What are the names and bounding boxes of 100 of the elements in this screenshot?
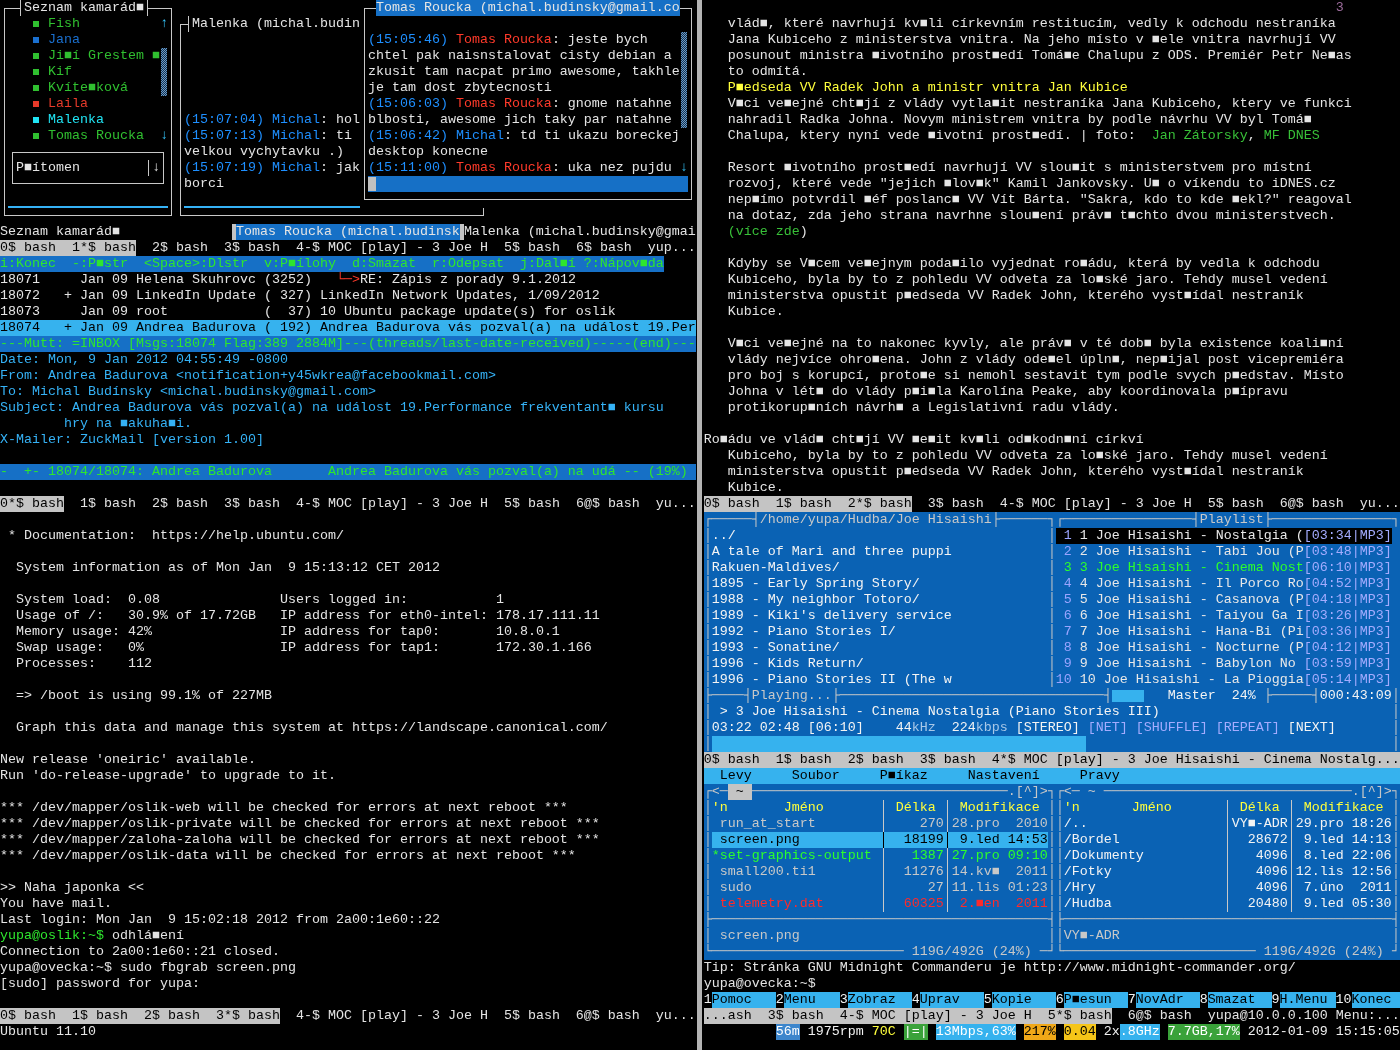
file-row[interactable]: run_at_start 270 28.pro 2010 [711, 816, 1048, 832]
article-text: vlády nejvíce ohro■ena. John z vlády ode■el úpln■, nep■ijal post vicepremiéra [727, 352, 1344, 368]
frame-line: │ [1047, 672, 1056, 687]
file-row[interactable]: /Hry 4096 7.úno 2011 [1063, 880, 1392, 896]
directory-entry[interactable]: 1993 - Sonatine/ [711, 640, 1048, 656]
menu-item[interactable]: Levy [719, 768, 752, 784]
message-list-row[interactable]: RE: Zápis z porady 9.1.2012 [359, 272, 576, 288]
file-row[interactable]: /Fotky 4096 12.lis 12:56 [1063, 864, 1392, 880]
directory-entry[interactable]: 1996 - Kids Return/ [711, 656, 1048, 672]
playlist-item[interactable]: 6 6 Joe Hisaishi - Taiyou Ga I[03:26|MP3] [1055, 608, 1392, 624]
directory-entry[interactable]: A tale of Mari and three puppi [711, 544, 1048, 560]
frame-line: │ [1391, 688, 1400, 704]
playlist-item[interactable]: 5 5 Joe Hisaishi - Casanova (P[04:18|MP3] [1055, 592, 1392, 608]
file-row[interactable]: sudo 27 11.lis 01:23 [711, 880, 1048, 896]
frame-line: │ [703, 928, 712, 944]
playlist-item[interactable]: 7 7 Joe Hisaishi - Hana-Bi (Pi[03:36|MP3] [1055, 624, 1392, 640]
contact-name[interactable]: Kif [47, 64, 72, 80]
contact-name[interactable]: Tomas Roucka [47, 128, 144, 144]
message-list-row[interactable]: 18073 Jan 09 root ( 37) 10 Ubuntu package update(s) for oslik [0, 304, 616, 320]
message-list-row[interactable]: 18071 Jan 09 Helena Skuhrovc (3252) [0, 272, 336, 288]
directory-entry[interactable]: 1989 - Kiki's delivery service [711, 608, 1048, 624]
status-indicator: 0.04 [1063, 1024, 1096, 1040]
message-input[interactable] [367, 176, 688, 192]
contact-name[interactable]: Ji■í Grestem ■ [47, 48, 160, 64]
text-cursor [367, 177, 376, 191]
playlist-item[interactable]: 2 2 Joe Hisaishi - Tabi Jou (P[03:48|MP3] [1055, 544, 1392, 560]
scroll-up-arrow[interactable]: ↑ [159, 16, 168, 32]
frame-line: ─┘└──────────────────────── [1039, 944, 1256, 960]
contact-name[interactable]: Fish [47, 16, 80, 32]
playlist-item[interactable]: 9 9 Joe Hisaishi - Babylon No [03:59|MP3] [1055, 656, 1392, 672]
terminal-text: Connection to 2a00:1e60::21 closed. [0, 944, 280, 960]
contact-name[interactable]: Malenka [47, 112, 104, 128]
terminal-text: [sudo] password for yupa: [0, 976, 200, 992]
directory-entry[interactable]: 1992 - Piano Stories I/ [711, 624, 1048, 640]
directory-entry[interactable]: Rakuen-Maldives/ [711, 560, 1048, 576]
article-link[interactable]: (více zde [727, 224, 800, 240]
file-row[interactable]: /Hudba 20480 9.led 05:30 [1063, 896, 1392, 912]
scroll-down-arrow[interactable]: ↓ [679, 160, 688, 176]
message-list-row[interactable]: 18072 + Jan 09 LinkedIn Update ( 327) LinkedIn Network Updates, 1/09/2012 [0, 288, 600, 304]
terminal-text: yupa@ovecka:~$ [703, 976, 816, 992]
article-link[interactable]: Jan Zátorsky [1151, 128, 1248, 144]
playback-option[interactable]: [NEXT] [1287, 720, 1336, 736]
contact-name[interactable]: Laila [47, 96, 88, 112]
frame-line: ├──────┐┌────────────────┤ [991, 512, 1200, 528]
scroll-down-arrow[interactable]: ↓ [159, 128, 168, 144]
frame-line: │ [1391, 832, 1400, 848]
terminal-text: Tip: Stránka GNU Midnight Commanderu je http://www.midnight-commander.org/ [703, 960, 1296, 976]
terminal-text: *** /dev/mapper/oslik-data will be checked for errors at next reboot *** [0, 848, 576, 864]
panel-title: Playing... [751, 688, 832, 703]
frame-line: ├───────────────┐ [1263, 512, 1400, 528]
file-row[interactable]: small200.ti1 11276 14.kv■ 2011 [711, 864, 1048, 880]
directory-path[interactable]: ~ [727, 784, 752, 800]
terminal-text: => /boot is using 99.1% of 227MB [15, 688, 272, 704]
terminal-text: Ro■ádu ve vlád■ cht■jí VV ■e■it kv■li od■kodn■ní církví [703, 432, 1144, 448]
directory-entry[interactable]: 1988 - My neighbor Totoro/ [711, 592, 1048, 608]
contact-name[interactable]: Jana [47, 32, 80, 48]
playback-option[interactable]: [STEREO] [1015, 720, 1080, 736]
article-text: V■ci ve■ejné na to nakonec kyvly, ale práv■ v té dob■ byla existence koali■ní [727, 336, 1344, 352]
file-row[interactable]: /Bordel 28672 9.led 14:13 [1063, 832, 1392, 848]
directory-entry[interactable]: ../ [711, 528, 1048, 544]
directory-entry[interactable]: 1996 - Piano Stories II (The w [711, 672, 1048, 688]
menu-item[interactable]: P■íkaz [879, 768, 928, 784]
article-text: Kubice. [727, 304, 784, 320]
frame-line: │ [703, 672, 712, 688]
directory-path[interactable]: ~ [1079, 784, 1104, 800]
frame-line: │ [1391, 704, 1400, 720]
chat-tab[interactable]: Tomas Roucka (michal.budinsk [231, 224, 464, 240]
chat-tab[interactable]: Malenka (michal.budinsky@gmai [463, 224, 696, 240]
playlist-item[interactable]: 3 3 Joe Hisaishi - Cinema Nost[06:10|MP3] [1055, 560, 1392, 576]
playlist-item[interactable]: 10 10 Joe Hisaishi - La Pioggia[05:14|MP3] [1055, 672, 1392, 688]
menu-item[interactable]: Nastavení [967, 768, 1040, 784]
frame-line: │ [1047, 528, 1056, 544]
status-indicator: 56m [775, 1024, 800, 1040]
file-row[interactable]: *set-graphics-output 1387 27.pro 09:10 [711, 848, 1048, 864]
file-row[interactable]: screen.png 18199 9.led 14:53 [711, 832, 1048, 848]
scrollbar-thumb[interactable] [680, 32, 687, 128]
frame-line: │ [703, 832, 712, 848]
selected-message-row[interactable]: 18074 + Jan 09 Andrea Badurova ( 192) Andrea Badurova vás pozval(a) na událost 19.Per [0, 320, 696, 336]
playlist-item[interactable]: 4 4 Joe Hisaishi - Il Porco Ro[04:52|MP3] [1055, 576, 1392, 592]
article-text: posunout ministra ■ivotního prost■edí Tomá■e Chalupu z ODS. Premiér Petr Ne■as [727, 48, 1352, 64]
playlist-item[interactable]: 1 1 Joe Hisaishi - Nostalgia ([03:34|MP3] [1055, 528, 1392, 544]
disk-usage: 119G/492G (24%) [911, 944, 1032, 960]
chat-message: (15:06:03) Tomas Roucka: gnome natahne blbosti, awesome jich taky par natahne [367, 96, 673, 128]
article-text: Resort ■ivotního prost■edí navrhují VV slou■it s ministerstvem pro místní [727, 160, 1312, 176]
chat-message: velkou vychytavku .) [183, 144, 344, 160]
directory-entry[interactable]: 1895 - Early Spring Story/ [711, 576, 1048, 592]
menu-item[interactable]: Soubor [791, 768, 840, 784]
column-header: Délka [895, 800, 936, 815]
active-window-list: 0*$ bash [0, 496, 64, 512]
file-row[interactable]: /Dokumenty 4096 8.led 22:06 [1063, 848, 1392, 864]
terminal-text: Swap usage: 0% IP address for tap1: 172.30.1.166 [15, 640, 592, 656]
presence-select[interactable]: P■ítomen ↓ [12, 152, 164, 184]
contact-name[interactable]: Kvíte■ková [47, 80, 128, 96]
article-link[interactable]: MF DNES [1263, 128, 1320, 144]
pane-label: Seznam kamarád■ [0, 224, 120, 240]
file-row[interactable]: /.. VY■-ADR 29.pro 18:26 [1063, 816, 1392, 832]
scrollbar-thumb[interactable] [160, 48, 167, 96]
menu-item[interactable]: Pravy [1079, 768, 1120, 784]
article-text: nep■ímo potvrdil ■éf poslanc■ VV Vít Bárta. "Sakra, kdo to kde ■ekl?" reagoval [727, 192, 1352, 208]
playlist-item[interactable]: 8 8 Joe Hisaishi - Nocturne (P[04:12|MP3] [1055, 640, 1392, 656]
